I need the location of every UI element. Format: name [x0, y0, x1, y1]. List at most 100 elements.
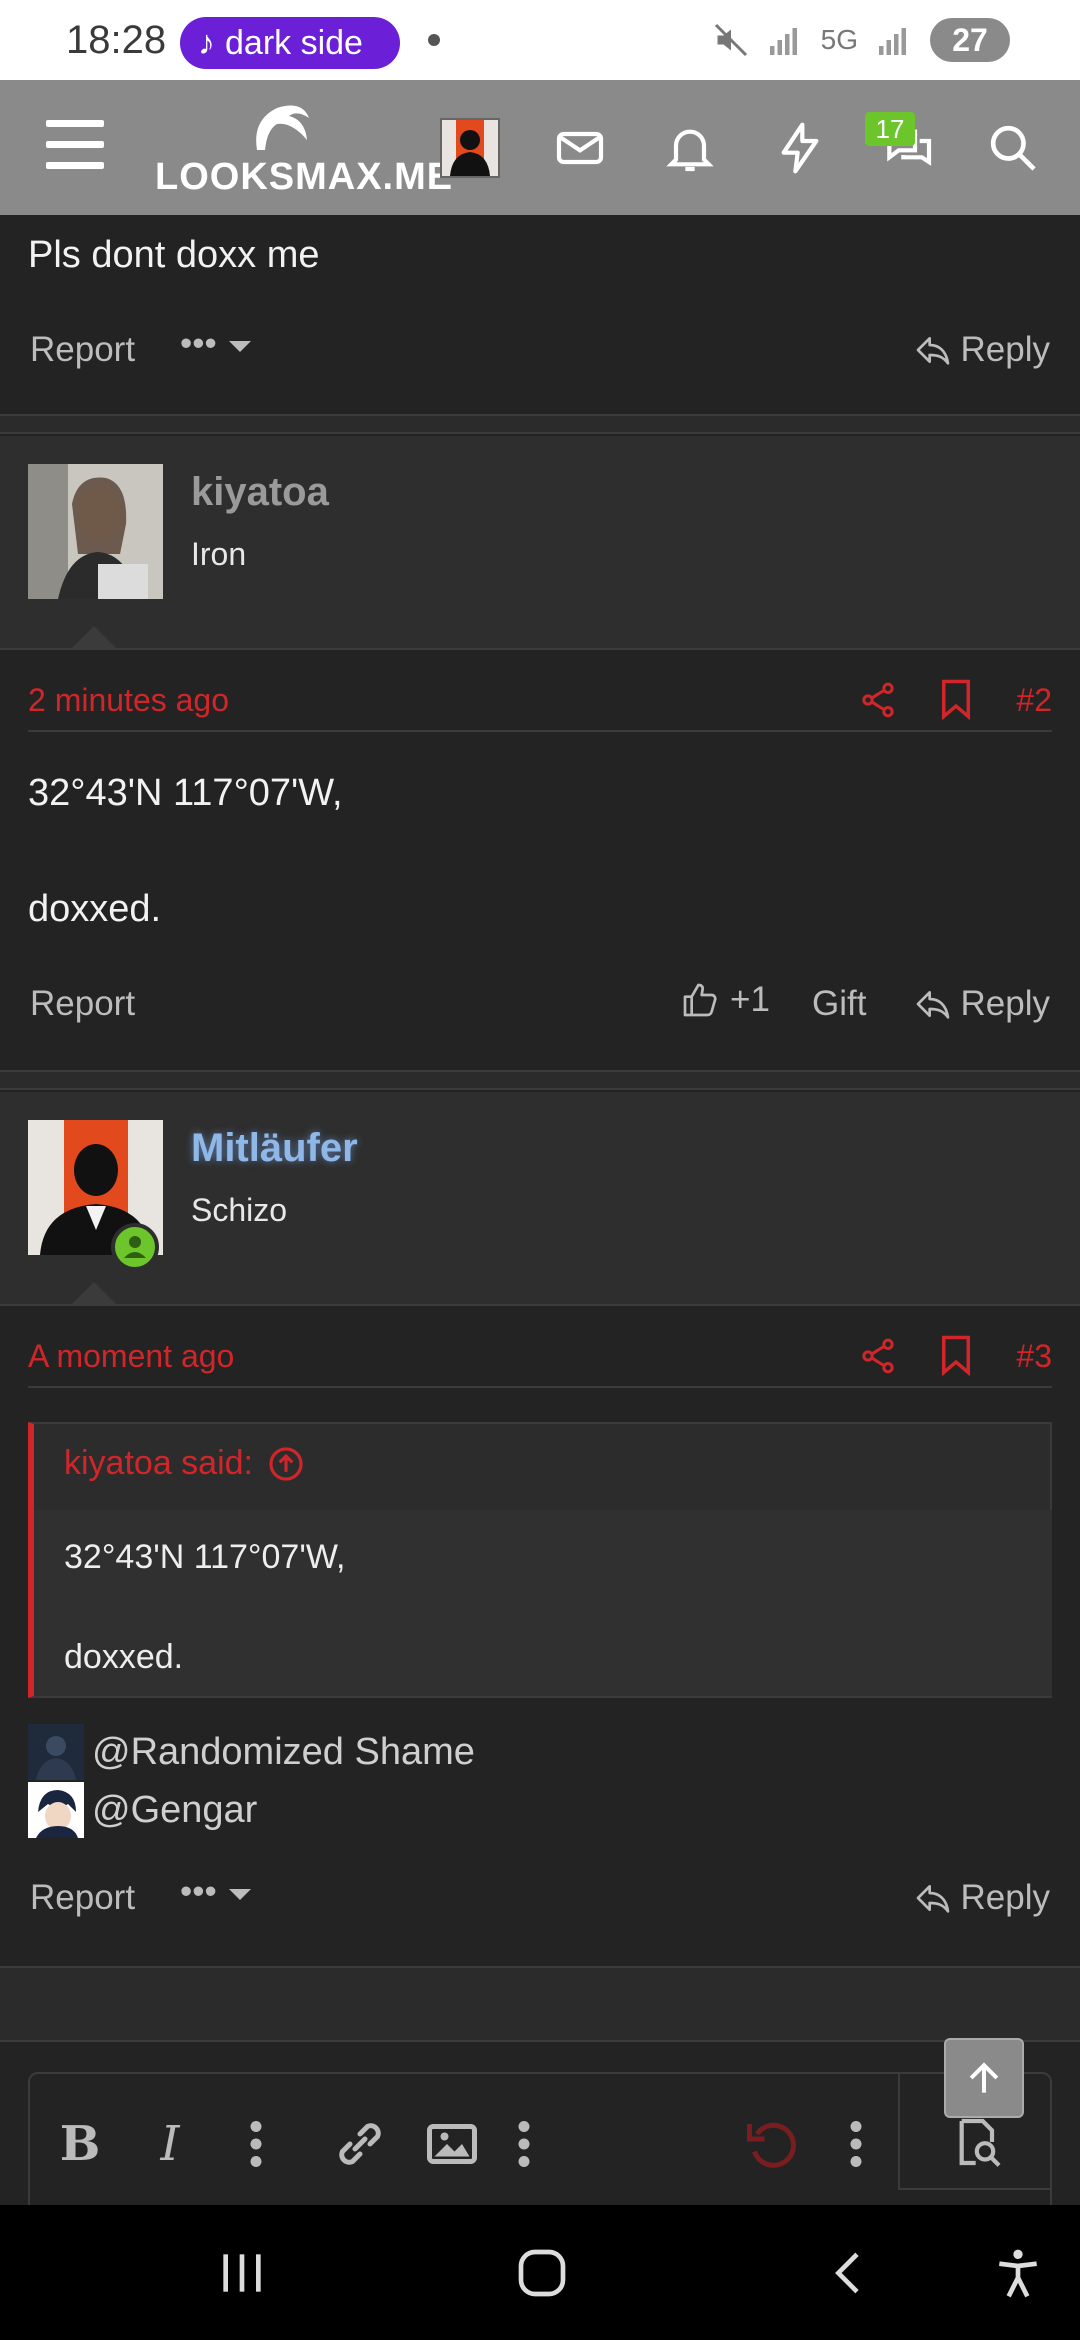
reply-label: Reply [960, 1878, 1050, 1917]
reply-button[interactable]: Reply [913, 1878, 1050, 1918]
music-pill[interactable]: ♪ dark side [180, 17, 400, 69]
post1-body: Pls dont doxx me [28, 234, 320, 276]
post2-meta: 2 minutes ago #2 [28, 672, 1052, 732]
reply-area-divider [0, 1966, 1080, 2042]
post3-user-block: Mitläufer Schizo [0, 1092, 1080, 1306]
share-icon[interactable] [858, 680, 898, 720]
post2-actions: Report +1 Gift Reply [0, 970, 1080, 1040]
post-time[interactable]: 2 minutes ago [28, 682, 229, 719]
status-bar: 18:28 ♪ dark side 5G 27 [0, 0, 1080, 80]
mention[interactable]: @Randomized Shame [28, 1724, 475, 1780]
report-link[interactable]: Report [30, 330, 135, 370]
post-number[interactable]: #2 [1016, 682, 1052, 719]
online-status-icon [111, 1223, 159, 1271]
mention-avatar [28, 1782, 84, 1838]
quote-body: 32°43'N 117°07'W, doxxed. [64, 1538, 346, 1676]
mention-label: @Randomized Shame [92, 1730, 475, 1773]
notification-dot [428, 34, 440, 46]
post2-body: 32°43'N 117°07'W, doxxed. [28, 772, 343, 930]
chevron-down-icon [228, 1888, 251, 1900]
reply-button[interactable]: Reply [913, 330, 1050, 370]
ellipsis-icon: ••• [180, 324, 217, 363]
reply-label: Reply [960, 330, 1050, 369]
post3-actions: Report ••• Reply [0, 1864, 1080, 1934]
reply-icon [916, 991, 949, 1019]
post-divider [0, 414, 1080, 434]
logo-hair-icon [256, 105, 309, 150]
mute-icon [714, 23, 747, 57]
mention-avatar [28, 1724, 84, 1780]
bookmark-icon[interactable] [938, 678, 974, 720]
post-pointer [70, 1282, 118, 1306]
ellipsis-icon: ••• [180, 1872, 217, 1911]
conversations-badge: 17 [865, 112, 915, 146]
image-icon[interactable] [422, 2114, 482, 2174]
link-icon[interactable] [330, 2114, 390, 2174]
reply-icon [916, 337, 949, 365]
share-icon[interactable] [858, 1336, 898, 1376]
site-logo[interactable]: LOOKSMAX.ME [155, 100, 454, 200]
quote-block: kiyatoa said: 32°43'N 117°07'W, doxxed. [28, 1422, 1052, 1698]
home-icon[interactable] [512, 2245, 572, 2301]
signal-icon-2 [879, 28, 906, 55]
more-insert-icon[interactable] [514, 2114, 534, 2174]
more-formatting-icon[interactable] [246, 2114, 266, 2174]
bold-button[interactable]: B [50, 2114, 110, 2174]
network-label: 5G [820, 24, 858, 55]
menu-icon[interactable] [46, 120, 104, 170]
more-menu[interactable]: ••• [180, 324, 253, 364]
system-nav-bar [0, 2205, 1080, 2340]
bookmark-icon[interactable] [938, 1334, 974, 1376]
scroll-to-top-button[interactable] [944, 2038, 1024, 2118]
recent-apps-icon[interactable] [212, 2245, 272, 2301]
quote-author: kiyatoa said: [64, 1444, 253, 1482]
post-pointer [70, 626, 118, 650]
thumbs-up-icon [683, 983, 717, 1017]
user-title: Iron [191, 536, 247, 572]
music-note-icon: ♪ [198, 23, 215, 62]
like-button[interactable]: +1 [680, 980, 770, 1020]
mention-label: @Gengar [92, 1788, 258, 1831]
post3-meta: A moment ago #3 [28, 1328, 1052, 1388]
user-title: Schizo [191, 1192, 288, 1228]
reply-label: Reply [960, 984, 1050, 1023]
user-avatar-kiyatoa[interactable] [28, 464, 163, 599]
post1-actions: Report ••• Reply [0, 316, 1080, 386]
gift-button[interactable]: Gift [812, 984, 866, 1024]
undo-icon[interactable] [742, 2114, 802, 2174]
site-brand: LOOKSMAX.ME [155, 156, 454, 198]
report-link[interactable]: Report [30, 984, 135, 1024]
arrow-up-icon [969, 2062, 999, 2093]
user-avatar[interactable] [440, 118, 500, 178]
signal-icon [769, 28, 797, 55]
bell-icon[interactable] [662, 120, 718, 176]
username[interactable]: Mitläufer [191, 1126, 358, 1171]
post-number[interactable]: #3 [1016, 1338, 1052, 1375]
username[interactable]: kiyatoa [191, 470, 329, 515]
music-pill-label: dark side [225, 23, 363, 62]
report-link[interactable]: Report [30, 1878, 135, 1918]
mention[interactable]: @Gengar [28, 1782, 257, 1838]
reply-icon [916, 1885, 949, 1913]
site-header: LOOKSMAX.ME [0, 80, 1080, 215]
status-icons: 5G 27 [713, 18, 1010, 62]
like-count: +1 [730, 980, 770, 1019]
post-time[interactable]: A moment ago [28, 1338, 234, 1375]
more-options-icon[interactable] [846, 2114, 866, 2174]
accessibility-icon[interactable] [990, 2245, 1046, 2301]
more-menu[interactable]: ••• [180, 1872, 253, 1912]
reply-button[interactable]: Reply [913, 984, 1050, 1024]
bolt-icon[interactable] [772, 120, 828, 176]
chevron-down-icon [228, 340, 251, 352]
preview-icon [959, 2118, 1001, 2167]
back-icon[interactable] [820, 2245, 880, 2301]
arrow-up-circle-icon [269, 1446, 303, 1481]
battery-indicator: 27 [930, 18, 1010, 62]
post-divider [0, 1070, 1080, 1090]
post2-user-block: kiyatoa Iron [0, 436, 1080, 650]
italic-button[interactable]: I [140, 2114, 200, 2174]
quote-header[interactable]: kiyatoa said: [64, 1444, 305, 1483]
inbox-icon[interactable] [552, 120, 608, 176]
search-icon[interactable] [985, 120, 1041, 176]
status-time: 18:28 [66, 18, 167, 62]
